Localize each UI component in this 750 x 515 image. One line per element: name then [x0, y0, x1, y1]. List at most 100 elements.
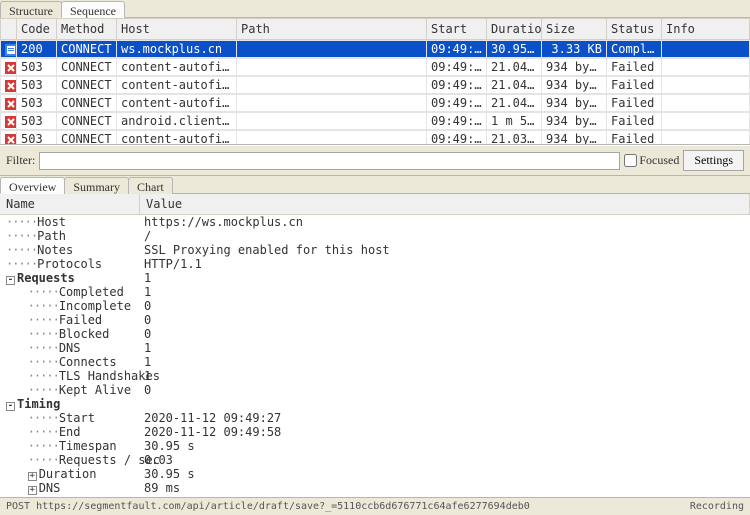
cell-size: 3.33 KB: [542, 41, 607, 58]
overview-row[interactable]: ·····TLS Handshakes1: [0, 369, 750, 383]
overview-header-value[interactable]: Value: [140, 194, 750, 214]
cell-path: [237, 77, 427, 94]
cell-start: 09:49:45: [427, 95, 487, 112]
col-header-info[interactable]: Info: [662, 19, 750, 40]
col-header-size[interactable]: Size: [542, 19, 607, 40]
overview-row[interactable]: ·····Requests / sec0.03: [0, 453, 750, 467]
overview-row[interactable]: ·····Path/: [0, 229, 750, 243]
col-header-code[interactable]: Code: [17, 19, 57, 40]
overview-name: ·····End: [0, 425, 140, 439]
overview-header-name[interactable]: Name: [0, 194, 140, 214]
cell-info: [662, 113, 750, 130]
cell-method: CONNECT: [57, 131, 117, 145]
overview-value: 1: [140, 355, 750, 369]
request-table: Code Method Host Path Start Duration Siz…: [0, 18, 750, 145]
cell-code: 503: [17, 77, 57, 94]
overview-row[interactable]: +Duration30.95 s: [0, 467, 750, 481]
table-row[interactable]: 503CONNECTcontent-autofi…09:49:3821.04 s…: [0, 58, 750, 76]
col-header-duration[interactable]: Duration: [487, 19, 542, 40]
cell-start: 09:49:38: [427, 59, 487, 76]
overview-name: ·····Completed: [0, 285, 140, 299]
tab-overview[interactable]: Overview: [0, 177, 65, 194]
overview-row[interactable]: ·····Kept Alive0: [0, 383, 750, 397]
cell-size: 934 bytes: [542, 131, 607, 145]
cell-status: Complete: [607, 41, 662, 58]
overview-row[interactable]: ·····DNS1: [0, 341, 750, 355]
overview-name: ·····DNS: [0, 341, 140, 355]
overview-value: 1: [140, 369, 750, 383]
tab-chart[interactable]: Chart: [128, 177, 173, 194]
overview-panel: Name Value ·····Hosthttps://ws.mockplus.…: [0, 194, 750, 497]
overview-row[interactable]: ·····End2020-11-12 09:49:58: [0, 425, 750, 439]
overview-row[interactable]: ·····Hosthttps://ws.mockplus.cn: [0, 215, 750, 229]
overview-row[interactable]: ·····ProtocolsHTTP/1.1: [0, 257, 750, 271]
overview-row[interactable]: -Requests1: [0, 271, 750, 285]
col-header-start[interactable]: Start: [427, 19, 487, 40]
tab-sequence[interactable]: Sequence: [61, 1, 125, 18]
col-header-host[interactable]: Host: [117, 19, 237, 40]
cell-path: [237, 95, 427, 112]
overview-row[interactable]: ·····Connects1: [0, 355, 750, 369]
cell-code: 503: [17, 59, 57, 76]
cell-size: 934 bytes: [542, 77, 607, 94]
overview-row[interactable]: ·····Start2020-11-12 09:49:27: [0, 411, 750, 425]
overview-row[interactable]: ·····Timespan30.95 s: [0, 439, 750, 453]
filter-bar: Filter: Focused Settings: [0, 145, 750, 176]
overview-value: 30.95 s: [140, 439, 750, 453]
overview-name: +Duration: [0, 467, 140, 481]
overview-value: 2020-11-12 09:49:27: [140, 411, 750, 425]
cell-info: [662, 95, 750, 112]
status-bar-url: POST https://segmentfault.com/api/articl…: [6, 501, 530, 512]
col-header-icon[interactable]: [1, 19, 17, 40]
lower-tabs: Overview Summary Chart: [0, 176, 750, 194]
collapse-icon[interactable]: -: [6, 276, 15, 285]
overview-row[interactable]: ·····Incomplete0: [0, 299, 750, 313]
tab-structure[interactable]: Structure: [0, 1, 62, 18]
overview-row[interactable]: ·····NotesSSL Proxying enabled for this …: [0, 243, 750, 257]
table-row[interactable]: 503CONNECTcontent-autofi…09:49:4521.04 s…: [0, 94, 750, 112]
col-header-status[interactable]: Status: [607, 19, 662, 40]
col-header-path[interactable]: Path: [237, 19, 427, 40]
table-row[interactable]: 200CONNECTws.mockplus.cn09:49:2730.95 s3…: [0, 40, 750, 58]
overview-name: ·····Incomplete: [0, 299, 140, 313]
table-row[interactable]: 503CONNECTandroid.client…09:49:481 m 52 …: [0, 112, 750, 130]
cell-start: 09:49:38: [427, 77, 487, 94]
settings-button[interactable]: Settings: [683, 150, 744, 171]
expand-icon[interactable]: +: [28, 486, 37, 495]
cell-info: [662, 59, 750, 76]
cell-duration: 21.04 s: [487, 77, 542, 94]
overview-row[interactable]: -Timing: [0, 397, 750, 411]
overview-name: ·····Protocols: [0, 257, 140, 271]
overview-value: /: [140, 229, 750, 243]
overview-value: [140, 397, 750, 411]
overview-row[interactable]: ·····Failed0: [0, 313, 750, 327]
cell-duration: 21.04 s: [487, 59, 542, 76]
overview-value: 0: [140, 383, 750, 397]
overview-name: ·····Failed: [0, 313, 140, 327]
cell-path: [237, 59, 427, 76]
focused-checkbox-wrap[interactable]: Focused: [624, 153, 679, 168]
table-row[interactable]: 503CONNECTcontent-autofi…09:49:5321.03 s…: [0, 130, 750, 144]
overview-row[interactable]: +DNS89 ms: [0, 481, 750, 495]
focused-checkbox[interactable]: [624, 154, 637, 167]
filter-label: Filter:: [6, 153, 35, 168]
overview-row[interactable]: ·····Completed1: [0, 285, 750, 299]
error-icon: [5, 132, 17, 144]
cell-method: CONNECT: [57, 77, 117, 94]
filter-input[interactable]: [39, 152, 620, 170]
cell-duration: 21.04 s: [487, 95, 542, 112]
cell-code: 503: [17, 113, 57, 130]
col-header-method[interactable]: Method: [57, 19, 117, 40]
overview-value: 0: [140, 313, 750, 327]
cell-status: Failed: [607, 59, 662, 76]
focused-label: Focused: [639, 153, 679, 168]
collapse-icon[interactable]: -: [6, 402, 15, 411]
error-icon: [5, 96, 17, 110]
table-row[interactable]: 503CONNECTcontent-autofi…09:49:3821.04 s…: [0, 76, 750, 94]
expand-icon[interactable]: +: [28, 472, 37, 481]
tab-summary[interactable]: Summary: [64, 177, 129, 194]
overview-name: +DNS: [0, 481, 140, 495]
overview-name: -Timing: [0, 397, 140, 411]
error-icon: [5, 78, 17, 92]
overview-row[interactable]: ·····Blocked0: [0, 327, 750, 341]
